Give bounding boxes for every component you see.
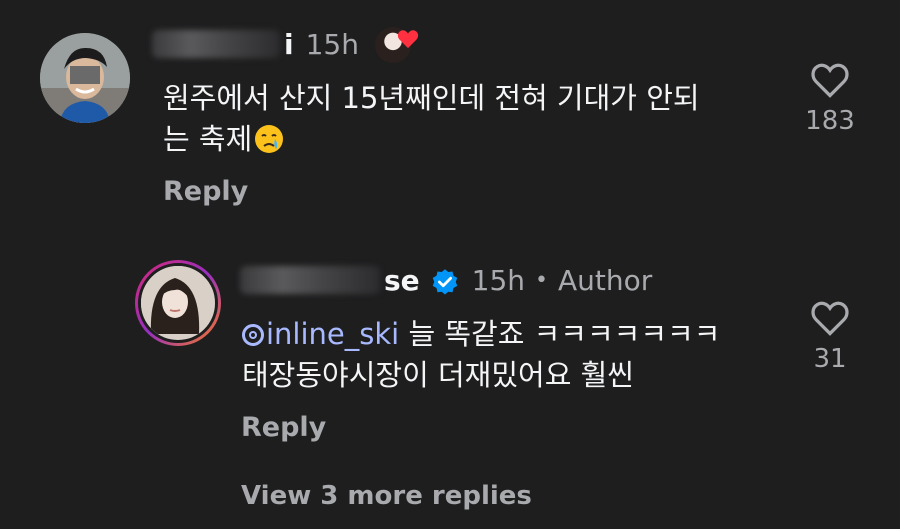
heart-icon[interactable] <box>810 62 850 98</box>
separator-dot: • <box>535 267 549 293</box>
comment-text-line1: 늘 똑같죠 ㅋㅋㅋㅋㅋㅋㅋ <box>399 317 721 351</box>
username-visible[interactable]: i <box>284 28 294 61</box>
avatar[interactable] <box>138 263 218 343</box>
comment-header: se 15h • Author <box>240 260 652 300</box>
at-sign-icon <box>242 324 264 346</box>
reply-button[interactable]: Reply <box>241 412 326 443</box>
username-visible[interactable]: se <box>384 264 420 297</box>
mention-link[interactable]: inline_ski <box>242 317 399 351</box>
heart-icon[interactable] <box>810 300 850 336</box>
mention-username[interactable]: inline_ski <box>266 317 399 351</box>
comment-text: inline_ski 늘 똑같죠 ㅋㅋㅋㅋㅋㅋㅋ 태장동야시장이 더재밌어요 훨… <box>242 314 782 396</box>
verified-badge-icon <box>432 269 457 295</box>
like-button[interactable]: 183 <box>798 62 862 136</box>
avatar-story-ring[interactable] <box>135 260 221 346</box>
reply-comment: se 15h • Author inline_ski 늘 똑같죠 ㅋㅋㅋㅋㅋㅋㅋ… <box>0 230 900 529</box>
comment-text-line1: 원주에서 산지 15년째인데 전혀 기대가 안되 <box>163 81 700 115</box>
comment: i 15h 원주에서 산지 15년째인데 전혀 기대가 안되 는 축제 Repl… <box>0 0 900 230</box>
like-button[interactable]: 31 <box>798 300 862 374</box>
comment-text-line2: 는 축제 <box>163 122 253 156</box>
comment-header: i 15h <box>152 24 419 65</box>
like-count: 31 <box>813 344 847 374</box>
comment-text-line2: 태장동야시장이 더재밌어요 훨씬 <box>242 358 634 392</box>
username-redacted[interactable] <box>152 30 280 58</box>
heart-filled-icon <box>397 30 419 49</box>
author-label: Author <box>558 263 653 297</box>
timestamp: 15h <box>471 263 526 297</box>
reply-button[interactable]: Reply <box>163 176 248 207</box>
like-count: 183 <box>805 106 855 136</box>
username-redacted[interactable] <box>240 266 380 294</box>
timestamp: 15h <box>305 27 359 61</box>
comment-text: 원주에서 산지 15년째인데 전혀 기대가 안되 는 축제 <box>163 78 783 160</box>
crying-face-icon <box>255 125 284 153</box>
view-more-replies-button[interactable]: View 3 more replies <box>241 481 532 511</box>
liked-by-author-badge <box>372 25 419 65</box>
avatar[interactable] <box>40 33 130 123</box>
